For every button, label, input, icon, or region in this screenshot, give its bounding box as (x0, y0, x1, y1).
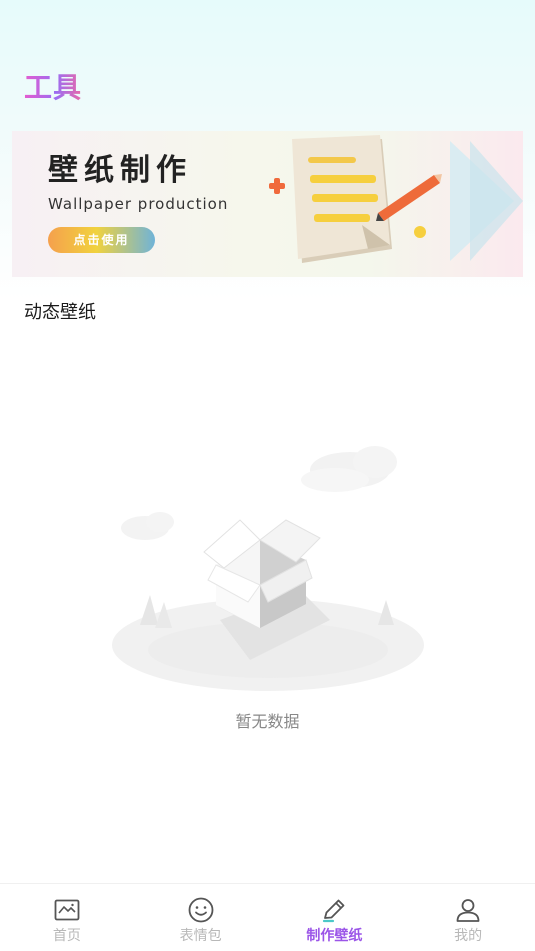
tab-make-wallpaper[interactable]: 制作壁纸 (268, 884, 402, 951)
tab-home[interactable]: 首页 (0, 884, 134, 951)
image-icon (54, 899, 80, 921)
empty-state-text: 暂无数据 (235, 712, 300, 731)
user-icon (456, 899, 480, 922)
tab-stickers[interactable]: 表情包 (134, 884, 268, 951)
tab-label: 我的 (454, 928, 483, 944)
section-title: 动态壁纸 (24, 302, 96, 323)
tab-label: 表情包 (179, 928, 222, 944)
wallpaper-production-banner[interactable]: 壁纸制作 Wallpaper production 点击使用 (12, 131, 523, 277)
tab-label: 首页 (52, 928, 81, 944)
banner-document-illustration (269, 135, 523, 263)
smiley-icon (188, 897, 214, 923)
tab-mine[interactable]: 我的 (401, 884, 535, 951)
tab-label: 制作壁纸 (306, 928, 363, 944)
page-title: 工具 (24, 66, 82, 106)
bottom-tab-bar: 首页 表情包 制作壁纸 我的 (0, 883, 535, 951)
banner-subtitle: Wallpaper production (48, 195, 229, 213)
pencil-icon (323, 899, 345, 923)
banner-use-button[interactable]: 点击使用 (48, 227, 155, 253)
empty-box-illustration (112, 446, 424, 691)
banner-title: 壁纸制作 (48, 153, 192, 188)
